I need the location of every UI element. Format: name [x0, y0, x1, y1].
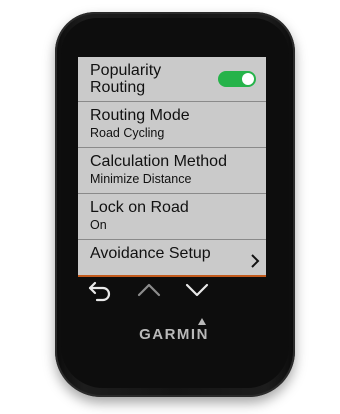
settings-item-title: Popularity Routing: [90, 62, 162, 96]
brand-logo: GARMIN: [139, 326, 209, 343]
settings-item-value: On: [90, 218, 107, 232]
settings-item-value: Road Cycling: [90, 126, 165, 140]
chevron-up-icon[interactable]: [134, 277, 164, 303]
settings-item-title: Avoidance Setup: [90, 245, 211, 262]
settings-item-title: Calculation Method: [90, 153, 227, 170]
settings-item-title: Routing Mode: [90, 107, 190, 124]
settings-item-popularity-routing[interactable]: Popularity Routing: [78, 57, 266, 102]
settings-item-routing-mode[interactable]: Routing Mode Road Cycling: [78, 102, 266, 148]
toggle-knob: [242, 73, 254, 85]
back-arrow-icon[interactable]: [86, 277, 116, 303]
settings-item-lock-on-road[interactable]: Lock on Road On: [78, 194, 266, 240]
settings-item-title: Lock on Road: [90, 199, 189, 216]
device-screen: Popularity Routing Routing Mode Road Cyc…: [78, 57, 266, 277]
settings-item-value: Minimize Distance: [90, 172, 192, 186]
toggle-on-icon[interactable]: [218, 71, 256, 87]
nav-bar: [78, 277, 266, 303]
chevron-down-icon[interactable]: [182, 277, 212, 303]
settings-item-avoidance-setup[interactable]: Avoidance Setup: [78, 240, 266, 275]
garmin-triangle-icon: [198, 318, 206, 325]
chevron-right-icon: [251, 254, 260, 268]
settings-item-calculation-method[interactable]: Calculation Method Minimize Distance: [78, 148, 266, 194]
